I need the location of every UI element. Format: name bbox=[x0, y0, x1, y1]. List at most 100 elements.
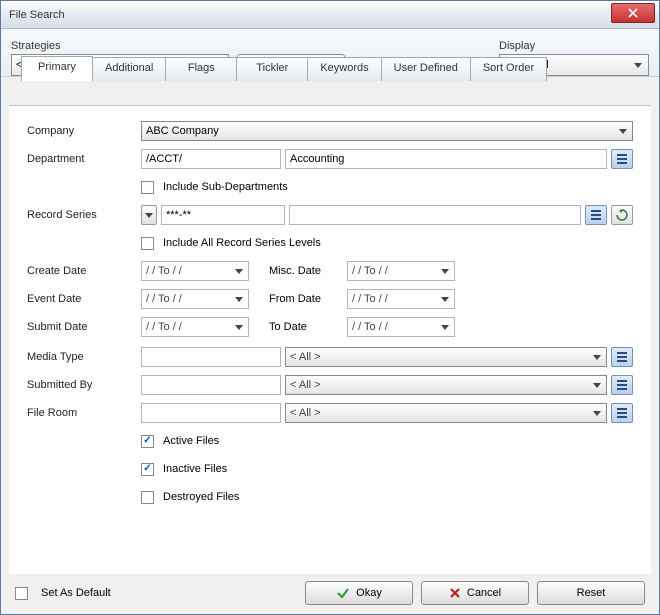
media-type-lookup-button[interactable] bbox=[611, 347, 633, 367]
destroyed-files-checkbox[interactable] bbox=[141, 491, 154, 504]
submit-date-input[interactable]: / / To / / bbox=[141, 317, 249, 337]
create-date-input[interactable]: / / To / / bbox=[141, 261, 249, 281]
rs-mask-value: ***-** bbox=[166, 209, 191, 221]
active-files-checkbox[interactable] bbox=[141, 435, 154, 448]
inactive-files-checkbox[interactable] bbox=[141, 463, 154, 476]
check-icon bbox=[336, 586, 350, 600]
list-icon bbox=[590, 209, 602, 221]
list-icon bbox=[616, 153, 628, 165]
chevron-down-icon bbox=[590, 383, 604, 388]
chevron-down-icon bbox=[438, 269, 452, 274]
chevron-down-icon bbox=[145, 213, 153, 218]
event-date-label: Event Date bbox=[27, 293, 141, 305]
dept-code-value: /ACCT/ bbox=[146, 153, 182, 165]
dept-code-input[interactable]: /ACCT/ bbox=[141, 149, 281, 169]
close-icon bbox=[628, 8, 638, 18]
include-sub-checkbox[interactable] bbox=[141, 181, 154, 194]
list-icon bbox=[616, 379, 628, 391]
destroyed-files-label: Destroyed Files bbox=[163, 491, 239, 503]
okay-label: Okay bbox=[356, 587, 382, 599]
chevron-down-icon bbox=[232, 325, 246, 330]
chevron-down-icon bbox=[232, 269, 246, 274]
include-sub-label: Include Sub-Departments bbox=[163, 181, 288, 193]
chevron-down-icon bbox=[438, 325, 452, 330]
rs-mask-input[interactable]: ***-** bbox=[161, 205, 285, 225]
from-date-input[interactable]: / / To / / bbox=[347, 289, 455, 309]
chevron-down-icon bbox=[590, 411, 604, 416]
display-label: Display bbox=[499, 40, 649, 52]
close-button[interactable] bbox=[611, 3, 655, 23]
tab-primary[interactable]: Primary bbox=[21, 56, 93, 81]
include-all-rs-checkbox[interactable] bbox=[141, 237, 154, 250]
set-default-checkbox[interactable] bbox=[15, 587, 28, 600]
date-value: / / To / / bbox=[146, 265, 182, 277]
include-all-rs-label: Include All Record Series Levels bbox=[163, 237, 321, 249]
date-value: / / To / / bbox=[352, 265, 388, 277]
misc-date-input[interactable]: / / To / / bbox=[347, 261, 455, 281]
tab-bar: Primary Additional Flags Tickler Keyword… bbox=[21, 57, 546, 81]
submit-date-label: Submit Date bbox=[27, 321, 141, 333]
chevron-down-icon bbox=[232, 297, 246, 302]
media-type-input[interactable] bbox=[141, 347, 281, 367]
submitted-by-dropdown[interactable]: < All > bbox=[285, 375, 607, 395]
dept-lookup-button[interactable] bbox=[611, 149, 633, 169]
tab-flags[interactable]: Flags bbox=[165, 57, 237, 81]
submitted-by-label: Submitted By bbox=[27, 379, 141, 391]
list-icon bbox=[616, 407, 628, 419]
cancel-label: Cancel bbox=[467, 587, 501, 599]
company-dropdown[interactable]: ABC Company bbox=[141, 121, 633, 141]
company-label: Company bbox=[27, 125, 141, 137]
department-label: Department bbox=[27, 153, 141, 165]
chevron-down-icon bbox=[590, 355, 604, 360]
strategies-label: Strategies bbox=[11, 40, 229, 52]
inactive-files-label: Inactive Files bbox=[163, 463, 227, 475]
x-icon bbox=[449, 587, 461, 599]
rs-refresh-button[interactable] bbox=[611, 205, 633, 225]
record-series-label: Record Series bbox=[27, 209, 141, 221]
reset-button[interactable]: Reset bbox=[537, 581, 645, 605]
tab-sort-order[interactable]: Sort Order bbox=[470, 57, 547, 81]
media-type-dropdown[interactable]: < All > bbox=[285, 347, 607, 367]
dept-name-input[interactable]: Accounting bbox=[285, 149, 607, 169]
submitted-by-input[interactable] bbox=[141, 375, 281, 395]
date-value: / / To / / bbox=[352, 321, 388, 333]
file-room-lookup-button[interactable] bbox=[611, 403, 633, 423]
file-room-label: File Room bbox=[27, 407, 141, 419]
event-date-input[interactable]: / / To / / bbox=[141, 289, 249, 309]
file-room-dropdown[interactable]: < All > bbox=[285, 403, 607, 423]
to-date-input[interactable]: / / To / / bbox=[347, 317, 455, 337]
submitted-by-lookup-button[interactable] bbox=[611, 375, 633, 395]
set-default-label: Set As Default bbox=[41, 587, 111, 599]
cancel-button[interactable]: Cancel bbox=[421, 581, 529, 605]
date-value: / / To / / bbox=[352, 293, 388, 305]
chevron-down-icon bbox=[630, 57, 646, 73]
footer: Set As Default Okay Cancel Reset bbox=[9, 578, 651, 608]
chevron-down-icon bbox=[616, 129, 630, 134]
date-value: / / To / / bbox=[146, 293, 182, 305]
company-value: ABC Company bbox=[146, 125, 219, 137]
active-files-label: Active Files bbox=[163, 435, 219, 447]
media-type-label: Media Type bbox=[27, 351, 141, 363]
rs-dropdown-button[interactable] bbox=[141, 205, 157, 225]
tab-tickler[interactable]: Tickler bbox=[236, 57, 308, 81]
refresh-icon bbox=[616, 209, 628, 221]
chevron-down-icon bbox=[438, 297, 452, 302]
tab-keywords[interactable]: Keywords bbox=[307, 57, 381, 81]
to-date-label: To Date bbox=[269, 321, 347, 333]
dept-name-value: Accounting bbox=[290, 153, 344, 165]
file-room-input[interactable] bbox=[141, 403, 281, 423]
create-date-label: Create Date bbox=[27, 265, 141, 277]
tab-user-defined[interactable]: User Defined bbox=[381, 57, 471, 81]
titlebar: File Search bbox=[1, 1, 659, 29]
window-title: File Search bbox=[9, 9, 65, 21]
rs-name-input[interactable] bbox=[289, 205, 581, 225]
rs-lookup-button[interactable] bbox=[585, 205, 607, 225]
tab-additional[interactable]: Additional bbox=[92, 57, 166, 81]
media-type-value: < All > bbox=[290, 351, 321, 363]
okay-button[interactable]: Okay bbox=[305, 581, 413, 605]
misc-date-label: Misc. Date bbox=[269, 265, 347, 277]
primary-form: Company ABC Company Department /ACCT/ Ac… bbox=[9, 106, 651, 528]
date-value: / / To / / bbox=[146, 321, 182, 333]
reset-label: Reset bbox=[577, 587, 606, 599]
list-icon bbox=[616, 351, 628, 363]
